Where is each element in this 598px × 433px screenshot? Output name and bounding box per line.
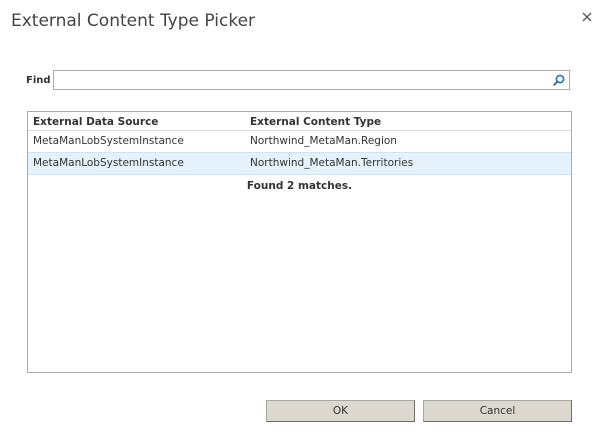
ok-button[interactable]: OK <box>266 400 415 422</box>
table-row[interactable]: MetaManLobSystemInstance Northwind_MetaM… <box>28 131 571 152</box>
cancel-button[interactable]: Cancel <box>423 400 572 422</box>
column-header-content-type[interactable]: External Content Type <box>250 116 381 128</box>
table-row-selected[interactable]: MetaManLobSystemInstance Northwind_MetaM… <box>28 152 571 175</box>
cell-content-type: Northwind_MetaMan.Region <box>250 135 397 147</box>
find-input[interactable] <box>55 72 558 88</box>
results-status: Found 2 matches. <box>246 180 353 192</box>
cell-data-source: MetaManLobSystemInstance <box>33 157 184 169</box>
search-icon <box>553 74 565 86</box>
cell-content-type: Northwind_MetaMan.Territories <box>250 157 414 169</box>
find-label: Find <box>26 75 51 86</box>
results-panel: External Data Source External Content Ty… <box>27 111 572 373</box>
find-search-button[interactable] <box>551 72 567 88</box>
column-header-data-source[interactable]: External Data Source <box>33 116 158 128</box>
close-icon <box>582 12 592 22</box>
cell-data-source: MetaManLobSystemInstance <box>33 135 184 147</box>
find-field[interactable] <box>53 70 570 90</box>
results-header: External Data Source External Content Ty… <box>28 112 571 131</box>
close-button[interactable] <box>578 8 596 26</box>
dialog-title: External Content Type Picker <box>11 11 256 31</box>
